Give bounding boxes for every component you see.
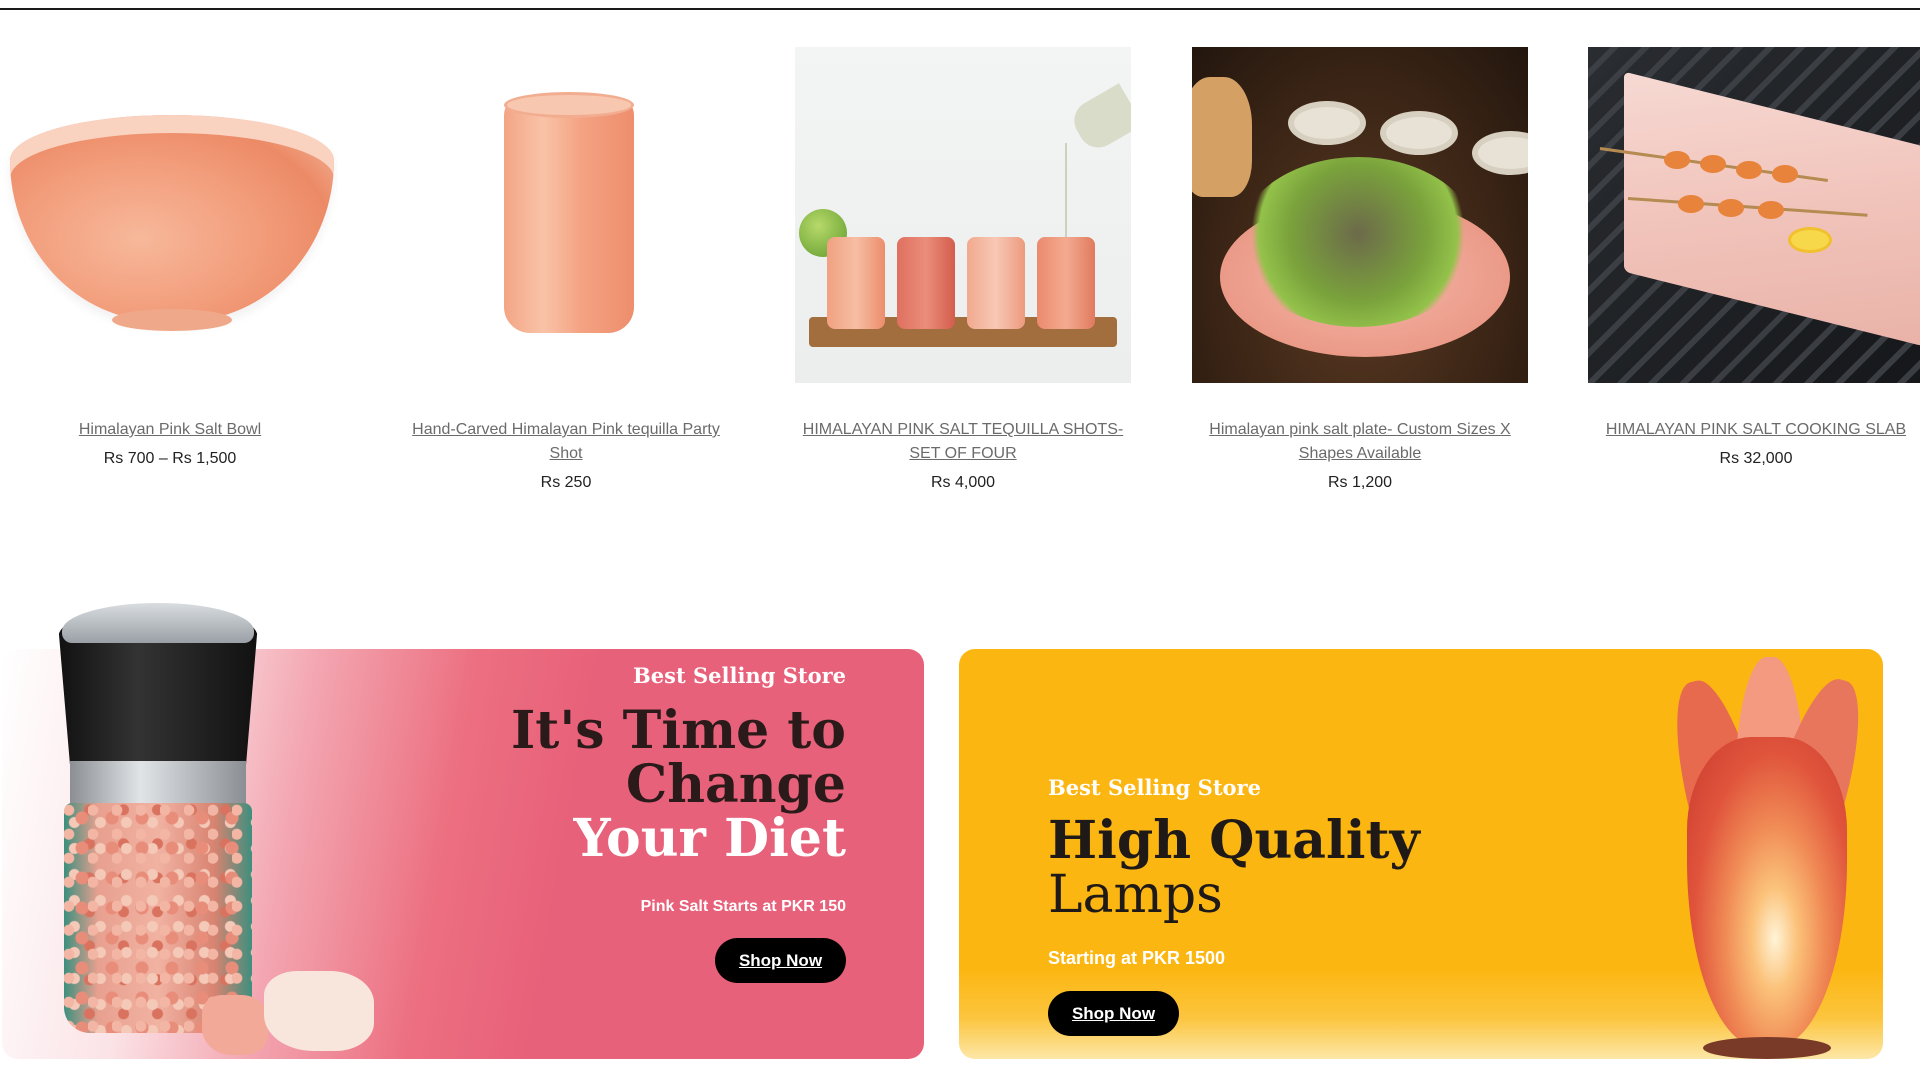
product-card: Himalayan pink salt plate- Custom Sizes …: [1192, 47, 1528, 492]
product-title-link[interactable]: Himalayan pink salt plate- Custom Sizes …: [1192, 418, 1528, 466]
salt-grinder-image: [58, 603, 258, 1035]
product-title-link[interactable]: HIMALAYAN PINK SALT TEQUILLA SHOTS- SET …: [795, 418, 1131, 466]
product-card: Hand-Carved Himalayan Pink tequilla Part…: [398, 47, 734, 492]
banner-subtext: Pink Salt Starts at PKR 150: [640, 898, 846, 915]
product-price: Rs 32,000: [1719, 450, 1793, 467]
diet-promo-text: Best Selling Store It's Time to Change Y…: [386, 663, 846, 983]
bread-shape: [1192, 77, 1252, 197]
shrimp-shape: [1718, 199, 1744, 217]
banner-headline: It's Time to Change Your Diet: [386, 704, 846, 866]
shrimp-shape: [1758, 201, 1784, 219]
dip-bowl-shape: [1472, 131, 1528, 175]
cooking-slab-image[interactable]: [1588, 47, 1920, 383]
lamp-body-shape: [1687, 737, 1847, 1047]
product-card: HIMALAYAN PINK SALT TEQUILLA SHOTS- SET …: [795, 47, 1131, 492]
dip-bowl-shape: [1288, 101, 1366, 145]
shrimp-shape: [1772, 165, 1798, 183]
shrimp-shape: [1736, 161, 1762, 179]
lamp-base-shape: [1703, 1037, 1831, 1059]
banner-subtext: Starting at PKR 1500: [1048, 948, 1226, 968]
shop-now-button[interactable]: Shop Now: [1048, 991, 1179, 1036]
salt-lamp-image: [1659, 657, 1878, 1059]
dip-bowl-shape: [1380, 111, 1458, 155]
bottle-shape: [1067, 83, 1131, 155]
product-price: Rs 700 – Rs 1,500: [103, 450, 237, 467]
shot-glass-shape: [1037, 237, 1095, 329]
headline-line: Lamps: [1048, 865, 1223, 925]
banner-kicker: Best Selling Store: [1048, 775, 1261, 800]
diet-promo-banner: Best Selling Store It's Time to Change Y…: [2, 603, 924, 1059]
grinder-cap-shape: [58, 623, 258, 765]
product-title-link[interactable]: HIMALAYAN PINK SALT COOKING SLAB: [1588, 418, 1920, 442]
shop-now-button[interactable]: Shop Now: [715, 938, 846, 983]
headline-line: High Quality: [1048, 810, 1420, 871]
salt-bowl-image[interactable]: [2, 47, 338, 383]
grinder-ring-shape: [70, 761, 246, 807]
shot-glass-shape: [967, 237, 1025, 329]
salt-shot-glass-image[interactable]: [398, 47, 734, 383]
product-title-link[interactable]: Hand-Carved Himalayan Pink tequilla Part…: [398, 418, 734, 466]
product-card: Himalayan Pink Salt Bowl Rs 700 – Rs 1,5…: [2, 47, 338, 468]
banner-kicker: Best Selling Store: [633, 663, 846, 688]
top-divider: [0, 8, 1920, 10]
lemon-shape: [1788, 227, 1832, 253]
salad-shape: [1238, 157, 1478, 327]
tequila-shots-set-image[interactable]: [795, 47, 1131, 383]
headline-line: It's Time to: [510, 700, 846, 761]
bowl-foot-shape: [112, 309, 232, 331]
shrimp-shape: [1678, 195, 1704, 213]
headline-line: Your Diet: [573, 808, 846, 869]
salt-plate-image[interactable]: [1192, 47, 1528, 383]
shot-glass-shape: [827, 237, 885, 329]
salt-crystal-shape: [202, 995, 268, 1055]
lamps-promo-banner: Best Selling Store High Quality Lamps St…: [959, 649, 1883, 1059]
product-price: Rs 250: [540, 474, 592, 491]
salt-crystal-shape: [264, 971, 374, 1051]
product-price: Rs 1,200: [1327, 474, 1393, 491]
glass-rim-shape: [504, 92, 634, 118]
glass-shape: [504, 97, 634, 333]
grinder-lid-shape: [62, 603, 254, 643]
banner-headline: High Quality Lamps: [1048, 810, 1548, 925]
shrimp-shape: [1700, 155, 1726, 173]
headline-line: Change: [625, 754, 846, 815]
shrimp-shape: [1664, 151, 1690, 169]
product-title-link[interactable]: Himalayan Pink Salt Bowl: [2, 418, 338, 442]
product-price: Rs 4,000: [930, 474, 996, 491]
product-card: HIMALAYAN PINK SALT COOKING SLAB Rs 32,0…: [1588, 47, 1920, 468]
shot-glass-shape: [897, 237, 955, 329]
bowl-shape: [10, 115, 334, 321]
product-grid: Himalayan Pink Salt Bowl Rs 700 – Rs 1,5…: [0, 47, 1920, 507]
lamps-promo-text: Best Selling Store High Quality Lamps St…: [1048, 775, 1548, 1036]
